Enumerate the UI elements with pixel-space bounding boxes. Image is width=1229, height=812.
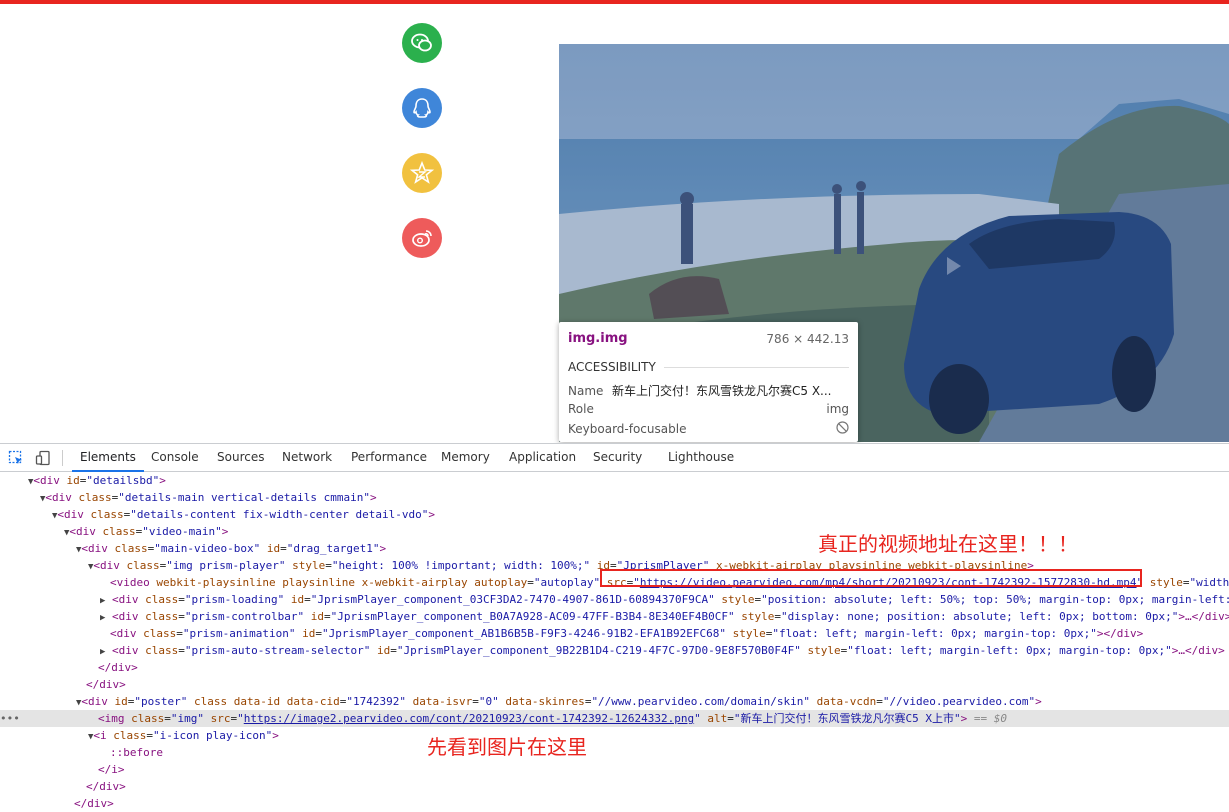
node-menu-dots[interactable]: ••• [0,710,98,727]
dom-node[interactable]: </div> [0,778,1229,795]
tab-console[interactable]: Console [151,444,199,471]
tooltip-size: 786 × 442.13 [766,331,849,346]
video-src-highlight-box [600,569,1142,587]
tab-elements[interactable]: Elements [72,444,144,472]
devtools-panel: Elements Console Sources Network Perform… [0,443,1229,812]
qq-icon[interactable] [402,88,442,128]
dom-node[interactable]: <div class="prism-animation" id="JprismP… [0,625,1229,642]
tooltip-role-label: Role [568,402,594,416]
not-focusable-icon [836,421,849,437]
dom-node[interactable]: </div> [0,676,1229,693]
dom-node[interactable]: ▶ <div class="prism-loading" id="JprismP… [0,591,1229,608]
tab-sources[interactable]: Sources [217,444,264,471]
tooltip-element: img.img [568,331,628,346]
dom-node[interactable]: </i> [0,761,1229,778]
devtools-tabbar: Elements Console Sources Network Perform… [0,444,1229,472]
dom-node[interactable]: ▼<i class="i-icon play-icon"> [0,727,1229,744]
tab-memory[interactable]: Memory [441,444,490,471]
dom-node-selected-img[interactable]: ••• <img class="img" src="https://image2.… [0,710,1229,727]
tooltip-focus-label: Keyboard-focusable [568,422,687,436]
dom-node[interactable]: ▼<div id="detailsbd"> [0,472,1229,489]
dom-node[interactable]: ▼<div id="poster" class data-id data-cid… [0,693,1229,710]
toolbar-divider [62,450,63,466]
tooltip-name-label: Name [568,383,604,398]
tab-security[interactable]: Security [593,444,642,471]
tooltip-divider [663,366,849,368]
dom-node[interactable]: ▶ <div class="prism-auto-stream-selector… [0,642,1229,659]
top-accent-bar [0,0,1229,4]
dom-node[interactable]: </div> [0,659,1229,676]
device-toolbar-icon[interactable] [35,449,51,467]
tab-network[interactable]: Network [282,444,332,471]
dom-node[interactable]: ▼<div class="details-main vertical-detai… [0,489,1229,506]
tooltip-name-value: 新车上门交付！东风雪铁龙凡尔赛C5 X... [612,384,832,398]
image-src-link[interactable]: https://image2.pearvideo.com/cont/202109… [244,712,694,725]
wechat-icon[interactable] [402,23,442,63]
video-address-note: 真正的视频地址在这里！！！ [818,532,1078,556]
tooltip-role-value: img [826,402,849,416]
tooltip-section: ACCESSIBILITY [568,360,656,374]
tab-lighthouse[interactable]: Lighthouse [668,444,734,471]
dom-node[interactable]: ▼<div class="details-content fix-width-c… [0,506,1229,523]
dom-tree: ▼<div id="detailsbd"> ▼<div class="detai… [0,472,1229,812]
weibo-icon[interactable] [402,218,442,258]
dom-node[interactable]: </div> [0,795,1229,812]
image-note: 先看到图片在这里 [427,735,587,759]
tab-application[interactable]: Application [509,444,576,471]
inspect-tooltip: img.img 786 × 442.13 ACCESSIBILITY Name … [559,322,858,442]
qzone-icon[interactable] [402,153,442,193]
dom-node[interactable]: ▶ <div class="prism-controlbar" id="Jpri… [0,608,1229,625]
tab-performance[interactable]: Performance [351,444,427,471]
inspect-element-icon[interactable] [8,449,24,467]
dom-node[interactable]: ::before [0,744,1229,761]
